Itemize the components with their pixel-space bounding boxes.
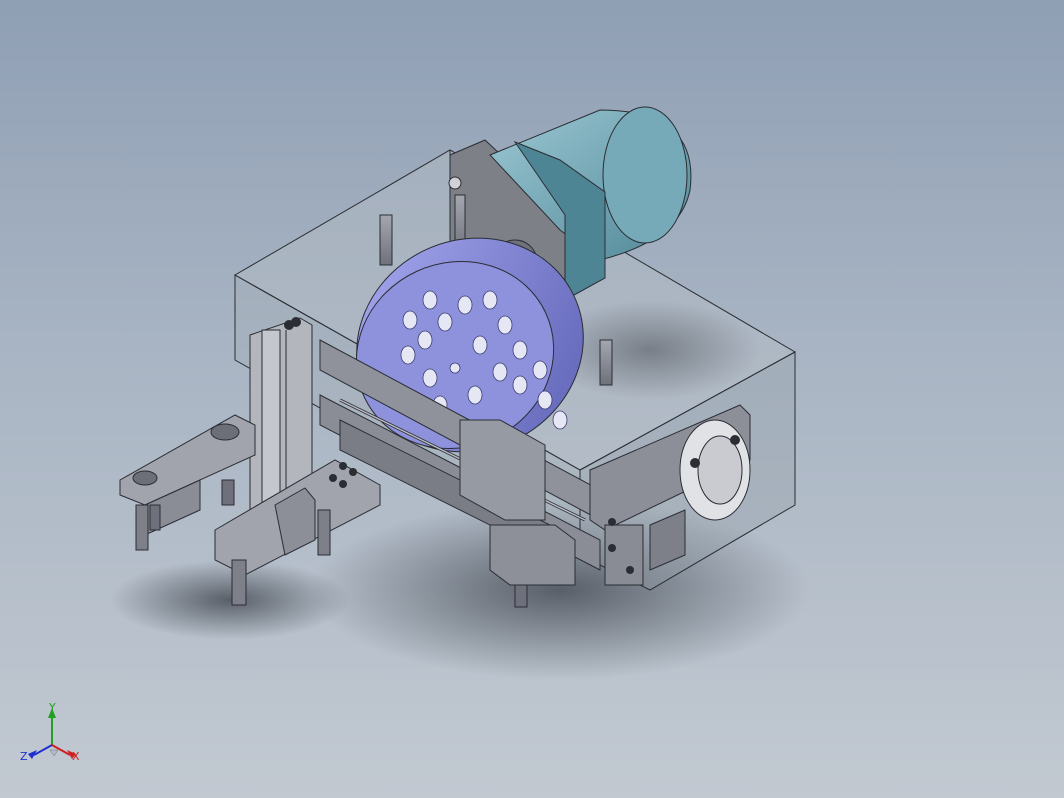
z-axis-label: Z [20, 750, 28, 763]
coordinate-triad: Y X Z [20, 701, 80, 763]
z-axis-line [33, 744, 53, 756]
x-axis-label: X [72, 750, 80, 763]
cad-graphics-viewport[interactable]: Y X Z [0, 0, 1064, 798]
y-axis-label: Y [48, 701, 56, 714]
assembly-model[interactable] [0, 0, 1064, 798]
